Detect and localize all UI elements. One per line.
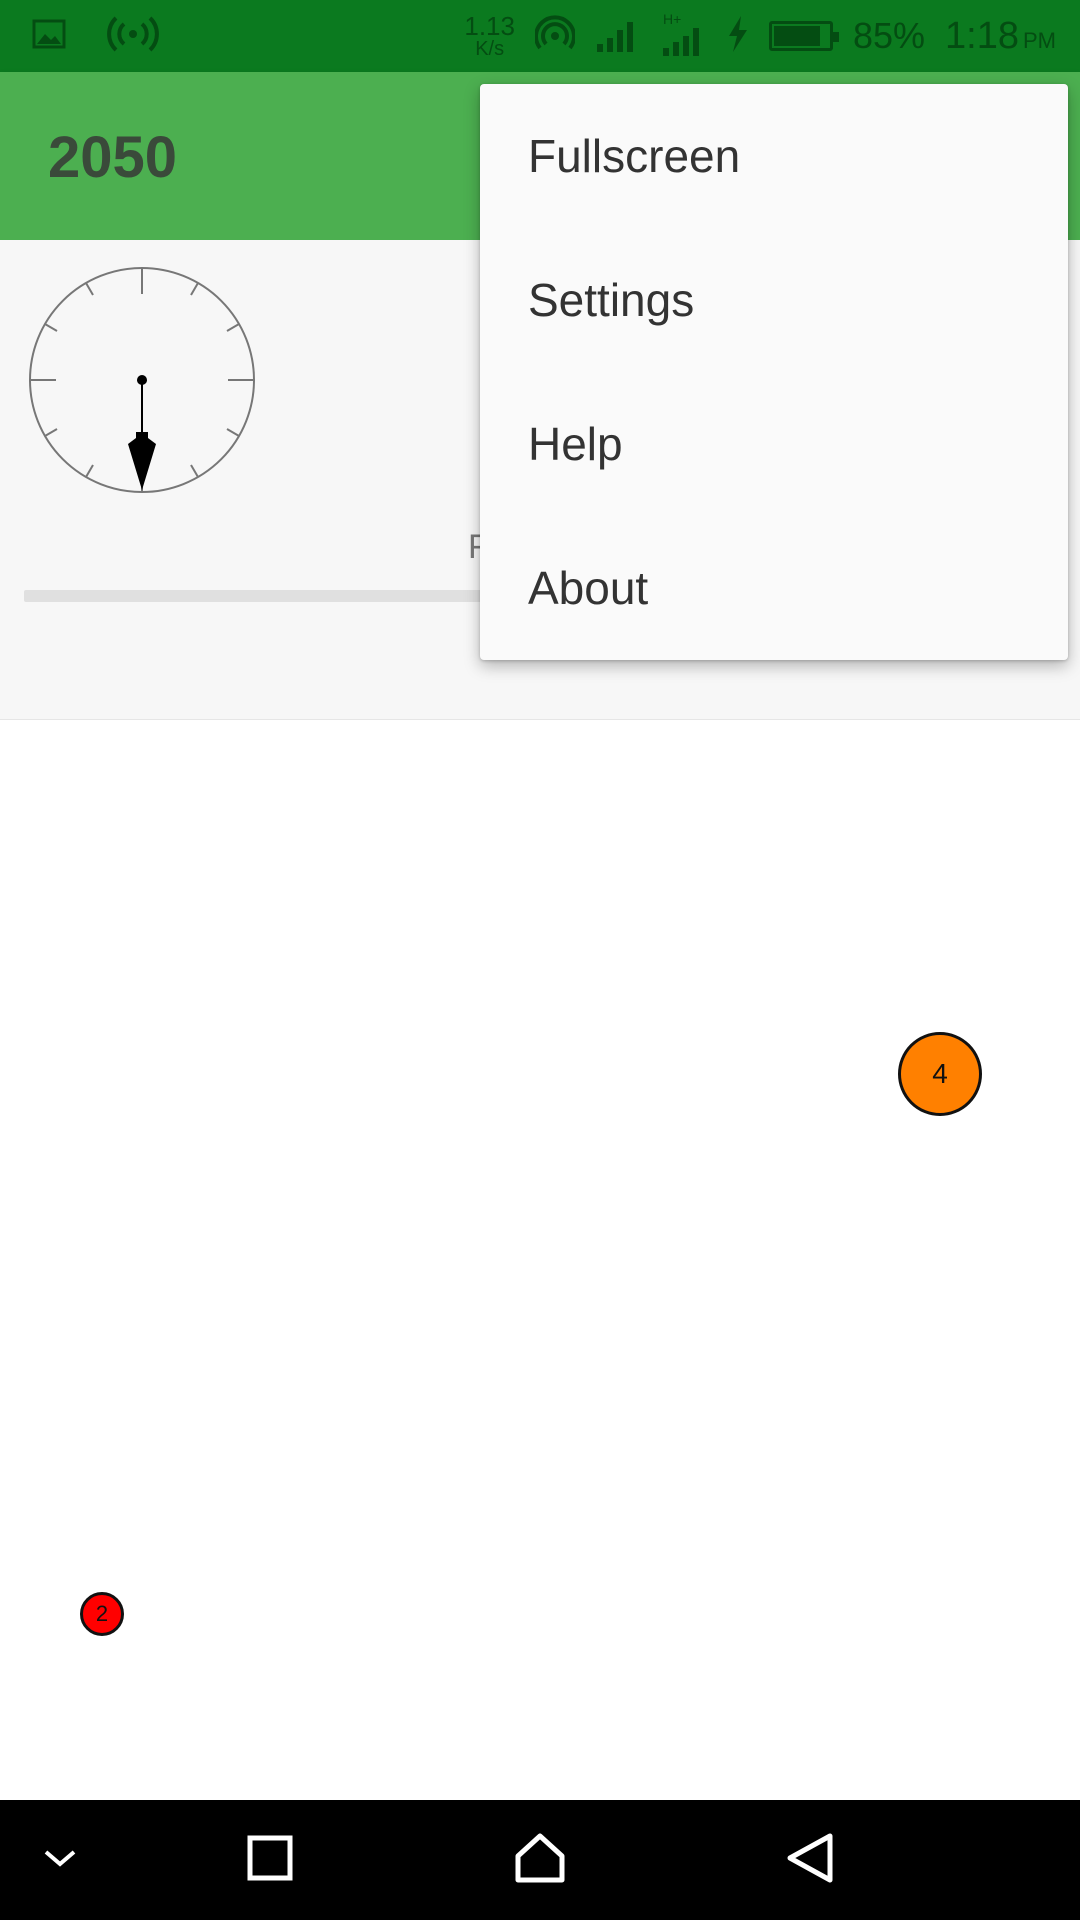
ball-label: 4 [932,1058,948,1089]
network-speed-value: 1.13 [464,11,515,41]
battery-fill [773,26,820,46]
collapse-button[interactable] [0,1800,120,1920]
wifi-icon [534,14,576,59]
clock-ampm: PM [1023,27,1056,53]
home-icon [514,1832,566,1889]
network-speed-unit: K/s [475,38,505,60]
image-icon [32,17,66,56]
ball-4[interactable]: 4 [898,1032,982,1116]
battery-icon [768,21,839,51]
svg-text:H+: H+ [663,11,681,27]
charging-icon [727,15,749,57]
menu-item-help[interactable]: Help [480,372,1068,516]
home-button[interactable] [480,1800,600,1920]
hotspot-icon [106,14,160,59]
app-title: 2050 [48,125,178,190]
back-button[interactable] [750,1800,870,1920]
clock-time: 1:18 [945,14,1019,57]
signal-h-plus-icon: H+ [659,10,707,63]
battery-percent: 85% [852,15,926,56]
ball-label: 2 [95,1601,109,1626]
recents-button[interactable] [210,1800,330,1920]
network-speed: 1.13 K/s [464,13,515,59]
collapse-icon [40,1846,80,1875]
menu-item-fullscreen[interactable]: Fullscreen [480,84,1068,228]
tilt-gauge [29,267,255,493]
signal-icon [595,14,639,59]
menu-item-about[interactable]: About [480,516,1068,660]
back-icon [784,1832,836,1889]
status-bar: 1.13 K/s H+ 85% 1:18 PM [0,0,1080,72]
clock: 1:18 PM [945,15,1056,58]
navigation-bar [0,1800,1080,1920]
recents-icon [246,1834,294,1887]
menu-item-settings[interactable]: Settings [480,228,1068,372]
overflow-menu: Fullscreen Settings Help About [480,84,1068,660]
ball-2[interactable]: 2 [80,1592,124,1636]
